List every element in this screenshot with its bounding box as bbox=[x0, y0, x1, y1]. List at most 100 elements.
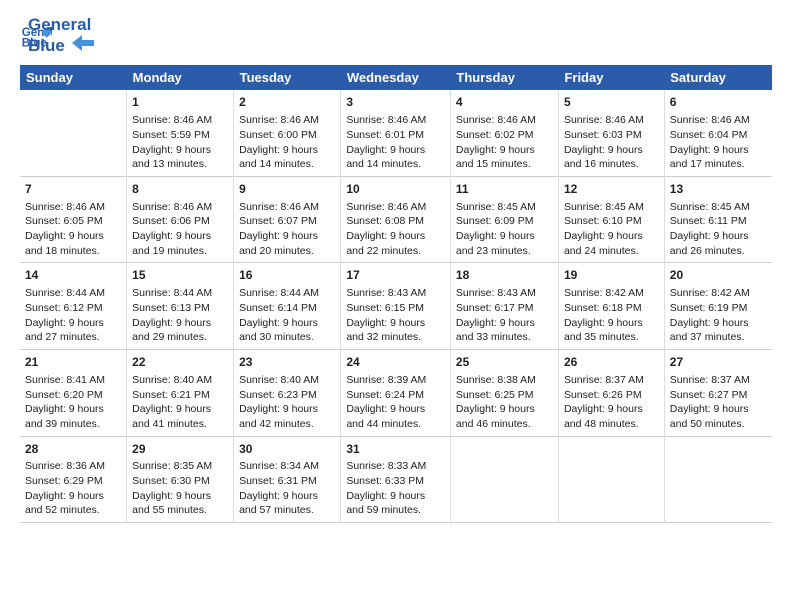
calendar-cell: 5 Sunrise: 8:46 AM Sunset: 6:03 PM Daylig… bbox=[558, 90, 664, 176]
day-number: 24 bbox=[346, 354, 445, 371]
day-info: Sunrise: 8:34 AM Sunset: 6:31 PM Dayligh… bbox=[239, 459, 335, 518]
calendar-cell: 6Sunrise: 8:46 AM Sunset: 6:04 PM Daylig… bbox=[664, 90, 772, 176]
logo-blue: Blue bbox=[28, 35, 94, 56]
calendar-cell: 28Sunrise: 8:36 AM Sunset: 6:29 PM Dayli… bbox=[20, 436, 127, 523]
week-row-1: 1 Sunrise: 8:46 AM Sunset: 5:59 PM Daylig… bbox=[20, 90, 772, 176]
weekday-header-wednesday: Wednesday bbox=[341, 65, 451, 90]
calendar-cell: 14 Sunrise: 8:44 AM Sunset: 6:12 PM Dayli… bbox=[20, 263, 127, 350]
day-info: Sunrise: 8:37 AM Sunset: 6:26 PM Dayligh… bbox=[564, 373, 659, 432]
day-number: 9 bbox=[239, 181, 335, 198]
weekday-header-thursday: Thursday bbox=[450, 65, 558, 90]
day-number: 15 bbox=[132, 267, 228, 284]
calendar-cell: 22 Sunrise: 8:40 AM Sunset: 6:21 PM Dayli… bbox=[127, 350, 234, 437]
day-info: Sunrise: 8:46 AM Sunset: 6:00 PM Dayligh… bbox=[239, 113, 335, 172]
day-number: 26 bbox=[564, 354, 659, 371]
calendar-cell: 10 Sunrise: 8:46 AM Sunset: 6:08 PM Dayli… bbox=[341, 176, 451, 263]
day-number: 16 bbox=[239, 267, 335, 284]
day-info: Sunrise: 8:42 AM Sunset: 6:19 PM Dayligh… bbox=[670, 286, 767, 345]
logo-arrow-icon bbox=[72, 35, 94, 51]
calendar-cell: 4 Sunrise: 8:46 AM Sunset: 6:02 PM Daylig… bbox=[450, 90, 558, 176]
day-number: 25 bbox=[456, 354, 553, 371]
day-number: 2 bbox=[239, 94, 335, 111]
day-number: 8 bbox=[132, 181, 228, 198]
calendar-cell: 3 Sunrise: 8:46 AM Sunset: 6:01 PM Daylig… bbox=[341, 90, 451, 176]
day-info: Sunrise: 8:35 AM Sunset: 6:30 PM Dayligh… bbox=[132, 459, 228, 518]
day-number: 29 bbox=[132, 441, 228, 458]
day-number: 20 bbox=[670, 267, 767, 284]
day-number: 5 bbox=[564, 94, 659, 111]
day-info: Sunrise: 8:39 AM Sunset: 6:24 PM Dayligh… bbox=[346, 373, 445, 432]
calendar-cell bbox=[558, 436, 664, 523]
day-number: 18 bbox=[456, 267, 553, 284]
day-number: 19 bbox=[564, 267, 659, 284]
calendar-cell: 11 Sunrise: 8:45 AM Sunset: 6:09 PM Dayli… bbox=[450, 176, 558, 263]
calendar-cell bbox=[20, 90, 127, 176]
calendar-cell: 23 Sunrise: 8:40 AM Sunset: 6:23 PM Dayli… bbox=[234, 350, 341, 437]
day-number: 11 bbox=[456, 181, 553, 198]
week-row-2: 7 Sunrise: 8:46 AM Sunset: 6:05 PM Daylig… bbox=[20, 176, 772, 263]
weekday-header-sunday: Sunday bbox=[20, 65, 127, 90]
day-info: Sunrise: 8:40 AM Sunset: 6:23 PM Dayligh… bbox=[239, 373, 335, 432]
calendar-cell: 9 Sunrise: 8:46 AM Sunset: 6:07 PM Daylig… bbox=[234, 176, 341, 263]
week-row-5: 28Sunrise: 8:36 AM Sunset: 6:29 PM Dayli… bbox=[20, 436, 772, 523]
calendar-cell: 1 Sunrise: 8:46 AM Sunset: 5:59 PM Daylig… bbox=[127, 90, 234, 176]
day-number: 3 bbox=[346, 94, 445, 111]
day-info: Sunrise: 8:37 AM Sunset: 6:27 PM Dayligh… bbox=[670, 373, 767, 432]
day-number: 21 bbox=[25, 354, 121, 371]
day-info: Sunrise: 8:46 AM Sunset: 6:08 PM Dayligh… bbox=[346, 200, 445, 259]
calendar-cell: 2 Sunrise: 8:46 AM Sunset: 6:00 PM Daylig… bbox=[234, 90, 341, 176]
day-info: Sunrise: 8:44 AM Sunset: 6:12 PM Dayligh… bbox=[25, 286, 121, 345]
day-number: 12 bbox=[564, 181, 659, 198]
day-info: Sunrise: 8:46 AM Sunset: 6:07 PM Dayligh… bbox=[239, 200, 335, 259]
weekday-header-monday: Monday bbox=[127, 65, 234, 90]
day-number: 1 bbox=[132, 94, 228, 111]
day-number: 13 bbox=[670, 181, 767, 198]
day-number: 14 bbox=[25, 267, 121, 284]
weekday-header-saturday: Saturday bbox=[664, 65, 772, 90]
day-number: 23 bbox=[239, 354, 335, 371]
day-info: Sunrise: 8:42 AM Sunset: 6:18 PM Dayligh… bbox=[564, 286, 659, 345]
day-info: Sunrise: 8:44 AM Sunset: 6:13 PM Dayligh… bbox=[132, 286, 228, 345]
calendar-header: SundayMondayTuesdayWednesdayThursdayFrid… bbox=[20, 65, 772, 90]
calendar-cell: 19 Sunrise: 8:42 AM Sunset: 6:18 PM Dayli… bbox=[558, 263, 664, 350]
day-info: Sunrise: 8:43 AM Sunset: 6:15 PM Dayligh… bbox=[346, 286, 445, 345]
day-info: Sunrise: 8:46 AM Sunset: 5:59 PM Dayligh… bbox=[132, 113, 228, 172]
calendar-cell: 15 Sunrise: 8:44 AM Sunset: 6:13 PM Dayli… bbox=[127, 263, 234, 350]
day-number: 27 bbox=[670, 354, 767, 371]
day-number: 30 bbox=[239, 441, 335, 458]
day-number: 4 bbox=[456, 94, 553, 111]
day-number: 10 bbox=[346, 181, 445, 198]
day-info: Sunrise: 8:46 AM Sunset: 6:04 PM Dayligh… bbox=[670, 113, 767, 172]
day-info: Sunrise: 8:46 AM Sunset: 6:06 PM Dayligh… bbox=[132, 200, 228, 259]
day-info: Sunrise: 8:45 AM Sunset: 6:10 PM Dayligh… bbox=[564, 200, 659, 259]
day-number: 17 bbox=[346, 267, 445, 284]
day-info: Sunrise: 8:45 AM Sunset: 6:09 PM Dayligh… bbox=[456, 200, 553, 259]
day-number: 22 bbox=[132, 354, 228, 371]
day-info: Sunrise: 8:38 AM Sunset: 6:25 PM Dayligh… bbox=[456, 373, 553, 432]
day-info: Sunrise: 8:46 AM Sunset: 6:02 PM Dayligh… bbox=[456, 113, 553, 172]
day-info: Sunrise: 8:46 AM Sunset: 6:01 PM Dayligh… bbox=[346, 113, 445, 172]
calendar-cell: 29Sunrise: 8:35 AM Sunset: 6:30 PM Dayli… bbox=[127, 436, 234, 523]
calendar-cell: 8 Sunrise: 8:46 AM Sunset: 6:06 PM Daylig… bbox=[127, 176, 234, 263]
week-row-3: 14 Sunrise: 8:44 AM Sunset: 6:12 PM Dayli… bbox=[20, 263, 772, 350]
calendar-cell: 16Sunrise: 8:44 AM Sunset: 6:14 PM Dayli… bbox=[234, 263, 341, 350]
day-info: Sunrise: 8:40 AM Sunset: 6:21 PM Dayligh… bbox=[132, 373, 228, 432]
calendar-cell: 25 Sunrise: 8:38 AM Sunset: 6:25 PM Dayli… bbox=[450, 350, 558, 437]
calendar-cell: 7 Sunrise: 8:46 AM Sunset: 6:05 PM Daylig… bbox=[20, 176, 127, 263]
calendar-cell: 31Sunrise: 8:33 AM Sunset: 6:33 PM Dayli… bbox=[341, 436, 451, 523]
weekday-header-friday: Friday bbox=[558, 65, 664, 90]
calendar-cell: 12 Sunrise: 8:45 AM Sunset: 6:10 PM Dayli… bbox=[558, 176, 664, 263]
calendar-cell: 26 Sunrise: 8:37 AM Sunset: 6:26 PM Dayli… bbox=[558, 350, 664, 437]
week-row-4: 21Sunrise: 8:41 AM Sunset: 6:20 PM Dayli… bbox=[20, 350, 772, 437]
calendar-cell: 24 Sunrise: 8:39 AM Sunset: 6:24 PM Dayli… bbox=[341, 350, 451, 437]
day-number: 28 bbox=[25, 441, 121, 458]
logo: General Blue General Blue bbox=[20, 16, 94, 55]
calendar-cell bbox=[450, 436, 558, 523]
calendar-cell: 17 Sunrise: 8:43 AM Sunset: 6:15 PM Dayli… bbox=[341, 263, 451, 350]
day-number: 7 bbox=[25, 181, 121, 198]
day-info: Sunrise: 8:46 AM Sunset: 6:05 PM Dayligh… bbox=[25, 200, 121, 259]
day-info: Sunrise: 8:46 AM Sunset: 6:03 PM Dayligh… bbox=[564, 113, 659, 172]
day-info: Sunrise: 8:45 AM Sunset: 6:11 PM Dayligh… bbox=[670, 200, 767, 259]
weekday-header-tuesday: Tuesday bbox=[234, 65, 341, 90]
logo-general: General bbox=[28, 16, 94, 35]
